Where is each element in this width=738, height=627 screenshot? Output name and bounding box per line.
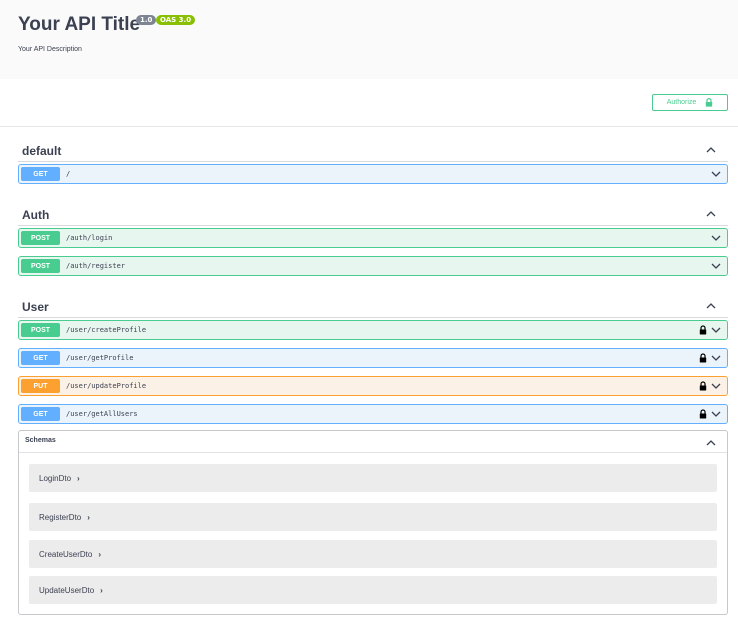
operation-path: /user/createProfile bbox=[66, 326, 147, 334]
authorize-label: Authorize bbox=[666, 99, 697, 106]
operation-put[interactable]: PUT/user/updateProfile bbox=[18, 376, 728, 396]
chevron-down-icon[interactable] bbox=[711, 383, 721, 390]
model-name: UpdateUserDto › bbox=[39, 586, 103, 595]
operation-path: /user/updateProfile bbox=[66, 382, 147, 390]
operation-get[interactable]: GET / bbox=[18, 164, 728, 184]
operation-post[interactable]: POST/auth/register bbox=[18, 256, 728, 276]
method-badge: GET bbox=[21, 351, 60, 365]
operation-path: /user/getProfile bbox=[66, 354, 134, 362]
model-title: UpdateUserDto bbox=[39, 586, 95, 595]
scheme-container bbox=[0, 79, 738, 127]
schemas-divider bbox=[19, 452, 727, 453]
method-badge: POST bbox=[21, 231, 60, 245]
operation-get[interactable]: GET/user/getProfile bbox=[18, 348, 728, 368]
operation-post[interactable]: POST/auth/login bbox=[18, 228, 728, 248]
operation-path: / bbox=[66, 170, 71, 178]
operation-path: /user/getAllUsers bbox=[66, 410, 138, 418]
oas-badge: OAS 3.0 bbox=[156, 15, 196, 25]
tag-name: default bbox=[22, 144, 62, 158]
model-title: CreateUserDto bbox=[39, 550, 93, 559]
lock-icon bbox=[706, 98, 713, 107]
method-badge: GET bbox=[21, 167, 60, 181]
model-name: LoginDto › bbox=[39, 474, 80, 483]
chevron-down-icon[interactable] bbox=[711, 235, 721, 242]
api-title: Your API Title bbox=[18, 14, 141, 35]
lock-icon[interactable] bbox=[699, 353, 707, 363]
method-badge: POST bbox=[21, 259, 60, 273]
chevron-down-icon[interactable] bbox=[711, 411, 721, 418]
schemas-title[interactable]: Schemas bbox=[25, 437, 56, 444]
version-badge: 1.0 bbox=[136, 15, 157, 25]
chevron-up-icon[interactable] bbox=[706, 210, 716, 218]
model-container[interactable]: LoginDto › bbox=[29, 464, 717, 492]
model-name: CreateUserDto › bbox=[39, 550, 101, 559]
info-header: Your API Title 1.0 OAS 3.0 Your API Desc… bbox=[0, 0, 738, 79]
lock-icon[interactable] bbox=[699, 409, 707, 419]
chevron-down-icon[interactable] bbox=[711, 327, 721, 334]
model-container[interactable]: UpdateUserDto › bbox=[29, 576, 717, 604]
chevron-up-icon[interactable] bbox=[706, 302, 716, 310]
tag-section-header[interactable]: Auth bbox=[18, 204, 728, 226]
schemas-section: Schemas LoginDto › RegisterDto › CreateUserD… bbox=[18, 430, 728, 615]
model-container[interactable]: CreateUserDto › bbox=[29, 540, 717, 568]
method-badge: POST bbox=[21, 323, 60, 337]
chevron-down-icon[interactable] bbox=[711, 171, 721, 178]
method-badge: PUT bbox=[21, 379, 60, 393]
authorize-button[interactable]: Authorize bbox=[652, 94, 728, 111]
tag-name: User bbox=[22, 300, 49, 314]
chevron-up-icon[interactable] bbox=[706, 439, 716, 446]
lock-icon[interactable] bbox=[699, 325, 707, 335]
model-title: LoginDto bbox=[39, 474, 72, 483]
chevron-down-icon[interactable] bbox=[711, 263, 721, 270]
method-badge: GET bbox=[21, 407, 60, 421]
operation-path: /auth/login bbox=[66, 234, 113, 242]
tag-section-header[interactable]: default bbox=[18, 140, 728, 162]
model-container[interactable]: RegisterDto › bbox=[29, 503, 717, 531]
chevron-right-icon[interactable]: › bbox=[87, 513, 90, 522]
operation-get[interactable]: GET/user/getAllUsers bbox=[18, 404, 728, 424]
api-description: Your API Description bbox=[18, 46, 82, 53]
tag-name: Auth bbox=[22, 208, 50, 222]
chevron-right-icon[interactable]: › bbox=[100, 586, 103, 595]
chevron-up-icon[interactable] bbox=[706, 146, 716, 154]
tag-section-header[interactable]: User bbox=[18, 296, 728, 318]
operation-post[interactable]: POST/user/createProfile bbox=[18, 320, 728, 340]
chevron-right-icon[interactable]: › bbox=[98, 550, 101, 559]
operation-path: /auth/register bbox=[66, 262, 126, 270]
model-title: RegisterDto bbox=[39, 513, 82, 522]
chevron-down-icon[interactable] bbox=[711, 355, 721, 362]
model-name: RegisterDto › bbox=[39, 513, 90, 522]
lock-icon[interactable] bbox=[699, 381, 707, 391]
chevron-right-icon[interactable]: › bbox=[77, 474, 80, 483]
